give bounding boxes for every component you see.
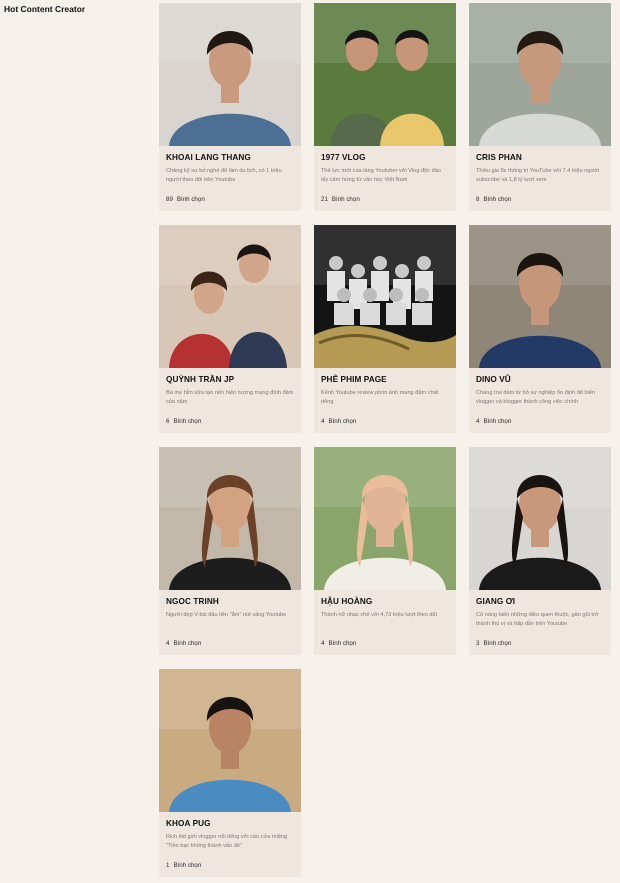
woman-street-photo[interactable]	[159, 447, 301, 590]
creator-card[interactable]: KHOAI LANG THANG Chàng kỹ sư bỏ nghề để l…	[159, 3, 301, 211]
vote-count: 3	[476, 640, 480, 647]
vote-button[interactable]: Bình chọn	[483, 418, 511, 425]
vote-count: 4	[321, 418, 325, 425]
creator-name[interactable]: QUỲNH TRẦN JP	[166, 375, 295, 384]
creator-description: Rich kid giới vlogger nổi tiếng với câu …	[166, 834, 288, 849]
vote-count: 4	[166, 640, 170, 647]
creator-card[interactable]: HẬU HOÀNG Thánh nữ nhạc chế với 4,73 triệ…	[314, 447, 456, 655]
vote-count: 4	[321, 640, 325, 647]
creator-card[interactable]: KHOA PUG Rich kid giới vlogger nổi tiếng …	[159, 669, 301, 877]
creator-card[interactable]: CRIS PHAN Thiếu gia 9x thống trị YouTube …	[469, 3, 611, 211]
vote-button[interactable]: Bình chọn	[483, 640, 511, 647]
creator-card[interactable]: QUỲNH TRẦN JP Bà mẹ bỉm sữa tạo nên hiện …	[159, 225, 301, 433]
creator-name[interactable]: 1977 VLOG	[321, 153, 450, 162]
creator-name[interactable]: DINO VŨ	[476, 375, 605, 384]
man-desert-photo[interactable]	[159, 669, 301, 812]
creator-name[interactable]: GIANG ƠI	[476, 597, 605, 606]
creator-description: Người đẹp V-biz đầu tiên "ẵm" nút vàng Y…	[166, 612, 287, 618]
creator-description: Thánh nữ nhạc chế với 4,73 triệu lượt th…	[321, 612, 437, 618]
creator-name[interactable]: HẬU HOÀNG	[321, 597, 450, 606]
creator-name[interactable]: CRIS PHAN	[476, 153, 605, 162]
woman-black-blazer-photo[interactable]	[469, 447, 611, 590]
vote-row[interactable]: 6 Bình chọn	[166, 418, 201, 425]
vote-button[interactable]: Bình chọn	[332, 196, 360, 203]
vote-row[interactable]: 4 Bình chọn	[321, 418, 356, 425]
vote-row[interactable]: 4 Bình chọn	[321, 640, 356, 647]
man-bomber-jacket-photo[interactable]	[469, 225, 611, 368]
vote-row[interactable]: 4 Bình chọn	[166, 640, 201, 647]
creator-card[interactable]: DINO VŨ Chàng trai dám từ bỏ sự nghiệp ổn…	[469, 225, 611, 433]
creator-name[interactable]: KHOAI LANG THANG	[166, 153, 295, 162]
woman-plants-photo[interactable]	[314, 447, 456, 590]
vote-button[interactable]: Bình chọn	[173, 862, 201, 869]
two-men-forest-photo[interactable]	[314, 3, 456, 146]
vote-count: 4	[476, 418, 480, 425]
vote-button[interactable]: Bình chọn	[173, 640, 201, 647]
creator-name[interactable]: KHOA PUG	[166, 819, 295, 828]
creator-description: Thiếu gia 9x thống trị YouTube với 7,4 t…	[476, 168, 600, 183]
creator-card[interactable]: GIANG ƠI Cô nàng biến những điều quen thu…	[469, 447, 611, 655]
vote-count: 1	[166, 862, 170, 869]
vote-button[interactable]: Bình chọn	[483, 196, 511, 203]
man-posing-photo[interactable]	[469, 3, 611, 146]
vote-button[interactable]: Bình chọn	[173, 418, 201, 425]
creator-description: Cô nàng biến những điều quen thuộc, gần …	[476, 612, 599, 627]
vote-button[interactable]: Bình chọn	[328, 640, 356, 647]
vote-count: 21	[321, 196, 328, 203]
vote-row[interactable]: 3 Bình chọn	[476, 640, 511, 647]
creator-card[interactable]: PHÊ PHIM PAGE Kênh Youtube review phim ản…	[314, 225, 456, 433]
vote-row[interactable]: 21 Bình chọn	[321, 196, 360, 203]
creator-description: Thế lực mới của làng Youtuber với Vlog đ…	[321, 168, 441, 183]
vote-row[interactable]: 4 Bình chọn	[476, 418, 511, 425]
vote-button[interactable]: Bình chọn	[177, 196, 205, 203]
creator-card[interactable]: 1977 VLOG Thế lực mới của làng Youtuber v…	[314, 3, 456, 211]
vote-row[interactable]: 89 Bình chọn	[166, 196, 205, 203]
man-denim-jacket-photo[interactable]	[159, 3, 301, 146]
page-title: Hot Content Creator	[4, 4, 86, 14]
creator-description: Chàng trai dám từ bỏ sự nghiệp ổn định đ…	[476, 390, 596, 405]
creator-card[interactable]: NGOC TRINH Người đẹp V-biz đầu tiên "ẵm" …	[159, 447, 301, 655]
vote-row[interactable]: 8 Bình chọn	[476, 196, 511, 203]
creator-name[interactable]: PHÊ PHIM PAGE	[321, 375, 450, 384]
vote-count: 89	[166, 196, 173, 203]
creator-description: Chàng kỹ sư bỏ nghề để làm du lịch, có 1…	[166, 168, 282, 183]
creator-description: Kênh Youtube review phim ảnh mang đậm ch…	[321, 390, 439, 405]
creator-description: Bà mẹ bỉm sữa tạo nên hiện tượng mạng đì…	[166, 390, 294, 405]
group-film-reel-photo[interactable]	[314, 225, 456, 368]
vote-button[interactable]: Bình chọn	[328, 418, 356, 425]
vote-row[interactable]: 1 Bình chọn	[166, 862, 201, 869]
vote-count: 8	[476, 196, 480, 203]
mother-and-child-photo[interactable]	[159, 225, 301, 368]
vote-count: 6	[166, 418, 170, 425]
creator-name[interactable]: NGOC TRINH	[166, 597, 295, 606]
